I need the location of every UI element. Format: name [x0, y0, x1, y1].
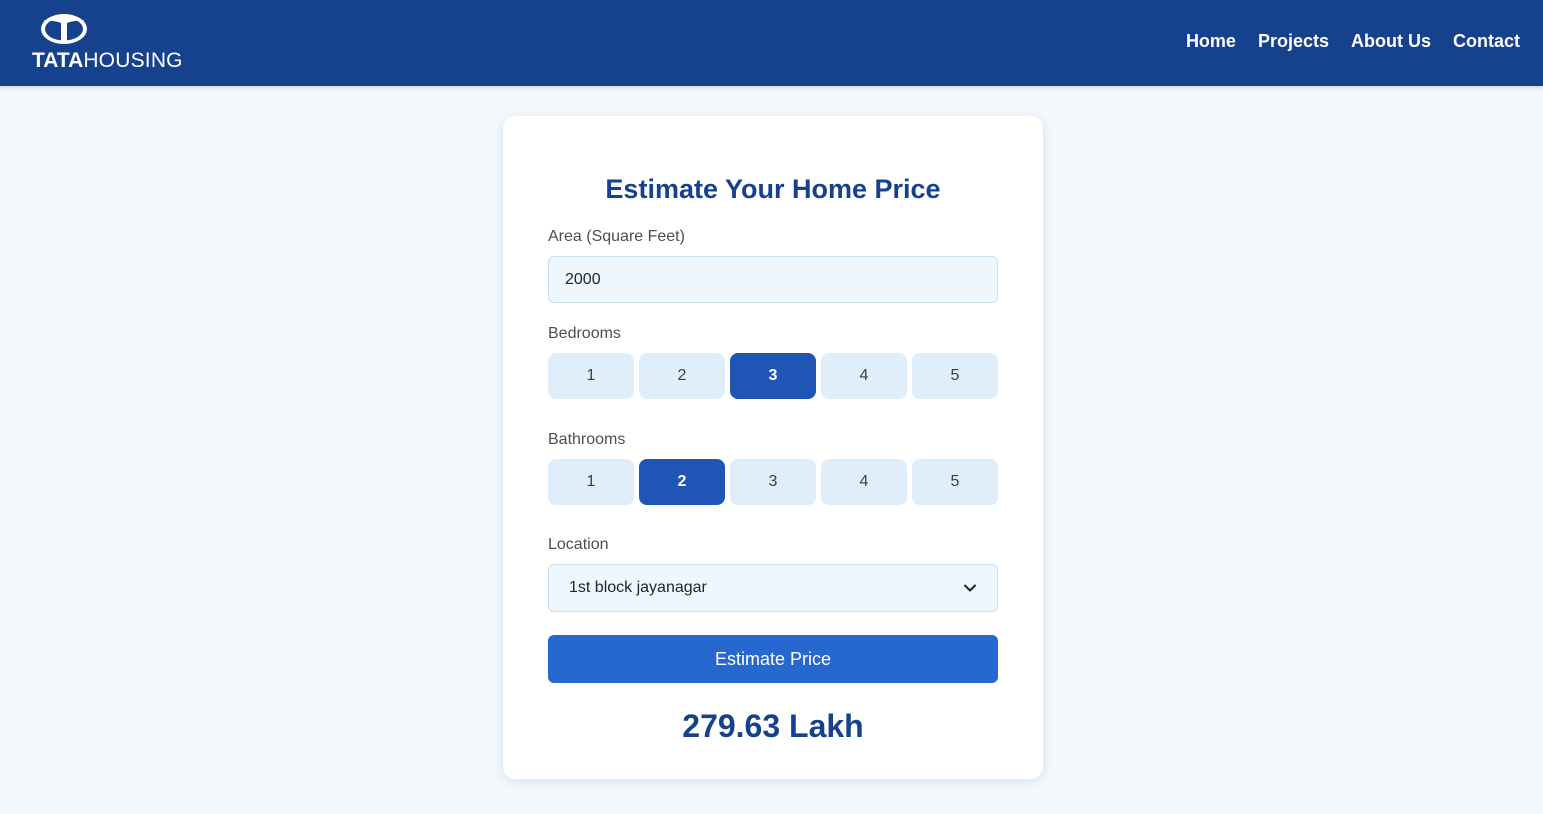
page-title: Estimate Your Home Price — [605, 174, 941, 204]
bedroom-option-2[interactable]: 2 — [639, 353, 725, 399]
estimate-price-button[interactable]: Estimate Price — [548, 635, 998, 683]
bathrooms-label: Bathrooms — [548, 431, 626, 448]
brand-wordmark: TATAHOUSING — [32, 50, 183, 72]
nav-contact[interactable]: Contact — [1453, 30, 1520, 52]
nav-about-us[interactable]: About Us — [1351, 30, 1431, 52]
bedroom-option-1[interactable]: 1 — [548, 353, 634, 399]
location-label: Location — [548, 536, 609, 553]
bathrooms-selector: 1 2 3 4 5 — [548, 459, 998, 505]
bathroom-option-1[interactable]: 1 — [548, 459, 634, 505]
area-input[interactable] — [548, 256, 998, 303]
brand-light: HOUSING — [83, 49, 183, 72]
bathroom-option-4[interactable]: 4 — [821, 459, 907, 505]
tata-logo-icon — [41, 14, 87, 44]
nav-home[interactable]: Home — [1186, 30, 1236, 52]
bedrooms-label: Bedrooms — [548, 325, 621, 342]
nav-projects[interactable]: Projects — [1258, 30, 1329, 52]
estimate-card: Estimate Your Home Price Area (Square Fe… — [503, 116, 1043, 779]
area-label: Area (Square Feet) — [548, 228, 685, 245]
location-select[interactable]: 1st block jayanagar — [548, 564, 998, 612]
bathroom-option-3[interactable]: 3 — [730, 459, 816, 505]
estimated-price-result: 279.63 Lakh — [682, 708, 864, 744]
bathroom-option-5[interactable]: 5 — [912, 459, 998, 505]
chevron-down-icon — [964, 584, 976, 592]
brand-logo[interactable]: TATAHOUSING — [32, 13, 197, 73]
bedroom-option-5[interactable]: 5 — [912, 353, 998, 399]
main-nav: Home Projects About Us Contact — [1186, 30, 1520, 52]
location-value: 1st block jayanagar — [569, 579, 707, 596]
brand-bold: TATA — [32, 49, 84, 72]
bedroom-option-3[interactable]: 3 — [730, 353, 816, 399]
bathroom-option-2[interactable]: 2 — [639, 459, 725, 505]
bedroom-option-4[interactable]: 4 — [821, 353, 907, 399]
bedrooms-selector: 1 2 3 4 5 — [548, 353, 998, 399]
top-navbar: TATAHOUSING Home Projects About Us Conta… — [0, 0, 1543, 86]
